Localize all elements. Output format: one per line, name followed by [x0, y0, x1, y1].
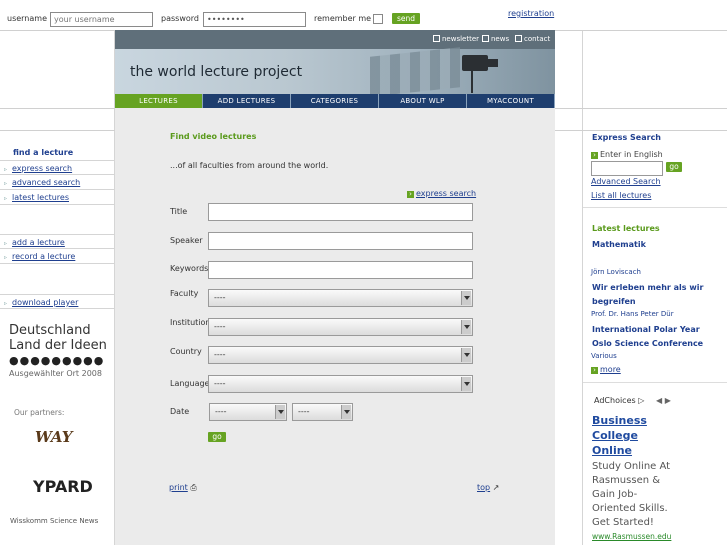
page-title: Find video lectures — [170, 132, 257, 141]
date-from-select[interactable]: ---- — [209, 403, 287, 421]
nav-add-lectures[interactable]: ADD LECTURES — [203, 94, 291, 108]
left-item-express-search[interactable]: ▹ express search — [0, 160, 115, 175]
partners-label: Our partners: — [14, 408, 65, 417]
chevron-down-icon — [461, 348, 471, 362]
arrow-icon: › — [591, 152, 598, 159]
contact-link[interactable]: contact — [515, 35, 550, 43]
ad-nav-icons[interactable]: ◀ ▶ — [656, 396, 671, 405]
ad-url[interactable]: www.Rasmussen.edu — [592, 532, 680, 541]
more-link[interactable]: › more — [591, 365, 621, 374]
latest-lectures-heading: Latest lectures — [592, 224, 660, 233]
mail-icon — [515, 35, 522, 42]
newsletter-link[interactable]: newsletter — [433, 35, 479, 43]
remember-label: remember me — [314, 14, 372, 23]
ad-title[interactable]: Business College Online — [592, 413, 680, 458]
camera-image — [462, 55, 498, 71]
lecture-title[interactable]: Wir erleben mehr als wir begreifen — [592, 281, 712, 309]
arrow-icon: › — [591, 367, 598, 374]
left-item-advanced-search[interactable]: ▹ advanced search — [0, 175, 115, 190]
bullet-icon: ▹ — [4, 240, 8, 247]
chevron-down-icon — [461, 291, 471, 305]
bullet-icon: ▹ — [4, 166, 8, 173]
ad-body: Study Online At Rasmussen & Gain Job-Ori… — [592, 461, 671, 528]
bullet-icon: ▹ — [4, 254, 8, 261]
chevron-down-icon — [461, 320, 471, 334]
lecture-speaker: Prof. Dr. Hans Peter Dür — [591, 310, 674, 318]
speaker-label: Speaker — [170, 236, 203, 245]
printer-icon: ⎙ — [190, 483, 197, 492]
username-input[interactable] — [50, 12, 153, 27]
news-link[interactable]: news — [482, 35, 509, 43]
ypard-logo[interactable]: YPARD — [33, 477, 93, 496]
password-input[interactable] — [203, 12, 306, 27]
language-label: Language — [170, 379, 210, 388]
main-nav: LECTURES ADD LECTURES CATEGORIES ABOUT W… — [115, 94, 555, 108]
arrow-up-icon: ↗ — [492, 483, 500, 492]
left-item-record-lecture[interactable]: ▹ record a lecture — [0, 249, 115, 264]
registration-link[interactable]: registration — [508, 9, 554, 18]
list-all-lectures-link[interactable]: List all lectures — [591, 191, 651, 200]
news-icon — [482, 35, 489, 42]
keywords-input[interactable] — [208, 261, 473, 279]
send-button[interactable]: send — [392, 13, 420, 24]
left-item-download-player[interactable]: ▹ download player — [0, 294, 115, 309]
title-label: Title — [170, 207, 188, 216]
print-link[interactable]: print ⎙ — [169, 483, 197, 493]
site-title: the world lecture project — [130, 64, 303, 80]
express-search-heading: Express Search — [592, 133, 661, 142]
faculty-select[interactable]: ---- — [208, 289, 473, 307]
chevron-down-icon — [275, 405, 285, 419]
keywords-label: Keywords — [170, 264, 209, 273]
bullet-icon: ▹ — [4, 300, 8, 307]
country-label: Country — [170, 347, 202, 356]
faculty-label: Faculty — [170, 289, 199, 298]
lecture-speaker: Various — [591, 352, 617, 360]
search-go-button[interactable]: go — [208, 432, 226, 442]
ad-panel: AdChoices ▷ ◀ ▶ Business College Online … — [590, 392, 680, 545]
language-select[interactable]: ---- — [208, 375, 473, 393]
username-label: username — [7, 14, 47, 23]
bullet-icon: ▹ — [4, 195, 8, 202]
newsletter-icon — [433, 35, 440, 42]
lecture-title[interactable]: International Polar Year Oslo Science Co… — [592, 323, 717, 351]
way-logo[interactable]: WAY — [35, 428, 73, 446]
page-subtitle: ...of all faculties from around the worl… — [170, 161, 329, 170]
date-label: Date — [170, 407, 190, 416]
lecture-speaker: Jörn Loviscach — [591, 268, 641, 276]
speaker-input[interactable] — [208, 232, 473, 250]
remember-checkbox[interactable] — [373, 14, 383, 24]
chevron-down-icon — [461, 377, 471, 391]
express-search-input[interactable] — [591, 161, 663, 176]
nav-myaccount[interactable]: MYACCOUNT — [467, 94, 555, 108]
express-go-button[interactable]: go — [666, 162, 682, 172]
left-item-add-lecture[interactable]: ▹ add a lecture — [0, 234, 115, 249]
dli-logo: Deutschland Land der Ideen ●●●●●●●●● Aus… — [9, 323, 107, 378]
find-lecture-heading: find a lecture — [13, 148, 74, 157]
dots-icon: ●●●●●●●●● — [9, 354, 105, 367]
express-search-link[interactable]: › express search — [407, 189, 476, 198]
left-item-latest-lectures[interactable]: ▹ latest lectures — [0, 190, 115, 205]
lecture-title[interactable]: Mathematik — [592, 240, 646, 249]
nav-lectures[interactable]: LECTURES — [115, 94, 203, 108]
adchoices-icon: ▷ — [638, 396, 645, 405]
password-label: password — [161, 14, 199, 23]
institution-label: Institution — [170, 318, 211, 327]
title-input[interactable] — [208, 203, 473, 221]
country-select[interactable]: ---- — [208, 346, 473, 364]
enter-english-label: › Enter in English — [591, 150, 663, 159]
bullet-icon: ▹ — [4, 180, 8, 187]
wisskomm-link[interactable]: Wisskomm Science News — [10, 517, 98, 525]
date-to-select[interactable]: ---- — [292, 403, 353, 421]
nav-categories[interactable]: CATEGORIES — [291, 94, 379, 108]
advanced-search-link[interactable]: Advanced Search — [591, 177, 661, 186]
nav-about[interactable]: ABOUT WLP — [379, 94, 467, 108]
institution-select[interactable]: ---- — [208, 318, 473, 336]
arrow-icon: › — [407, 191, 414, 198]
top-link[interactable]: top ↗ — [477, 483, 499, 492]
chevron-down-icon — [341, 405, 351, 419]
